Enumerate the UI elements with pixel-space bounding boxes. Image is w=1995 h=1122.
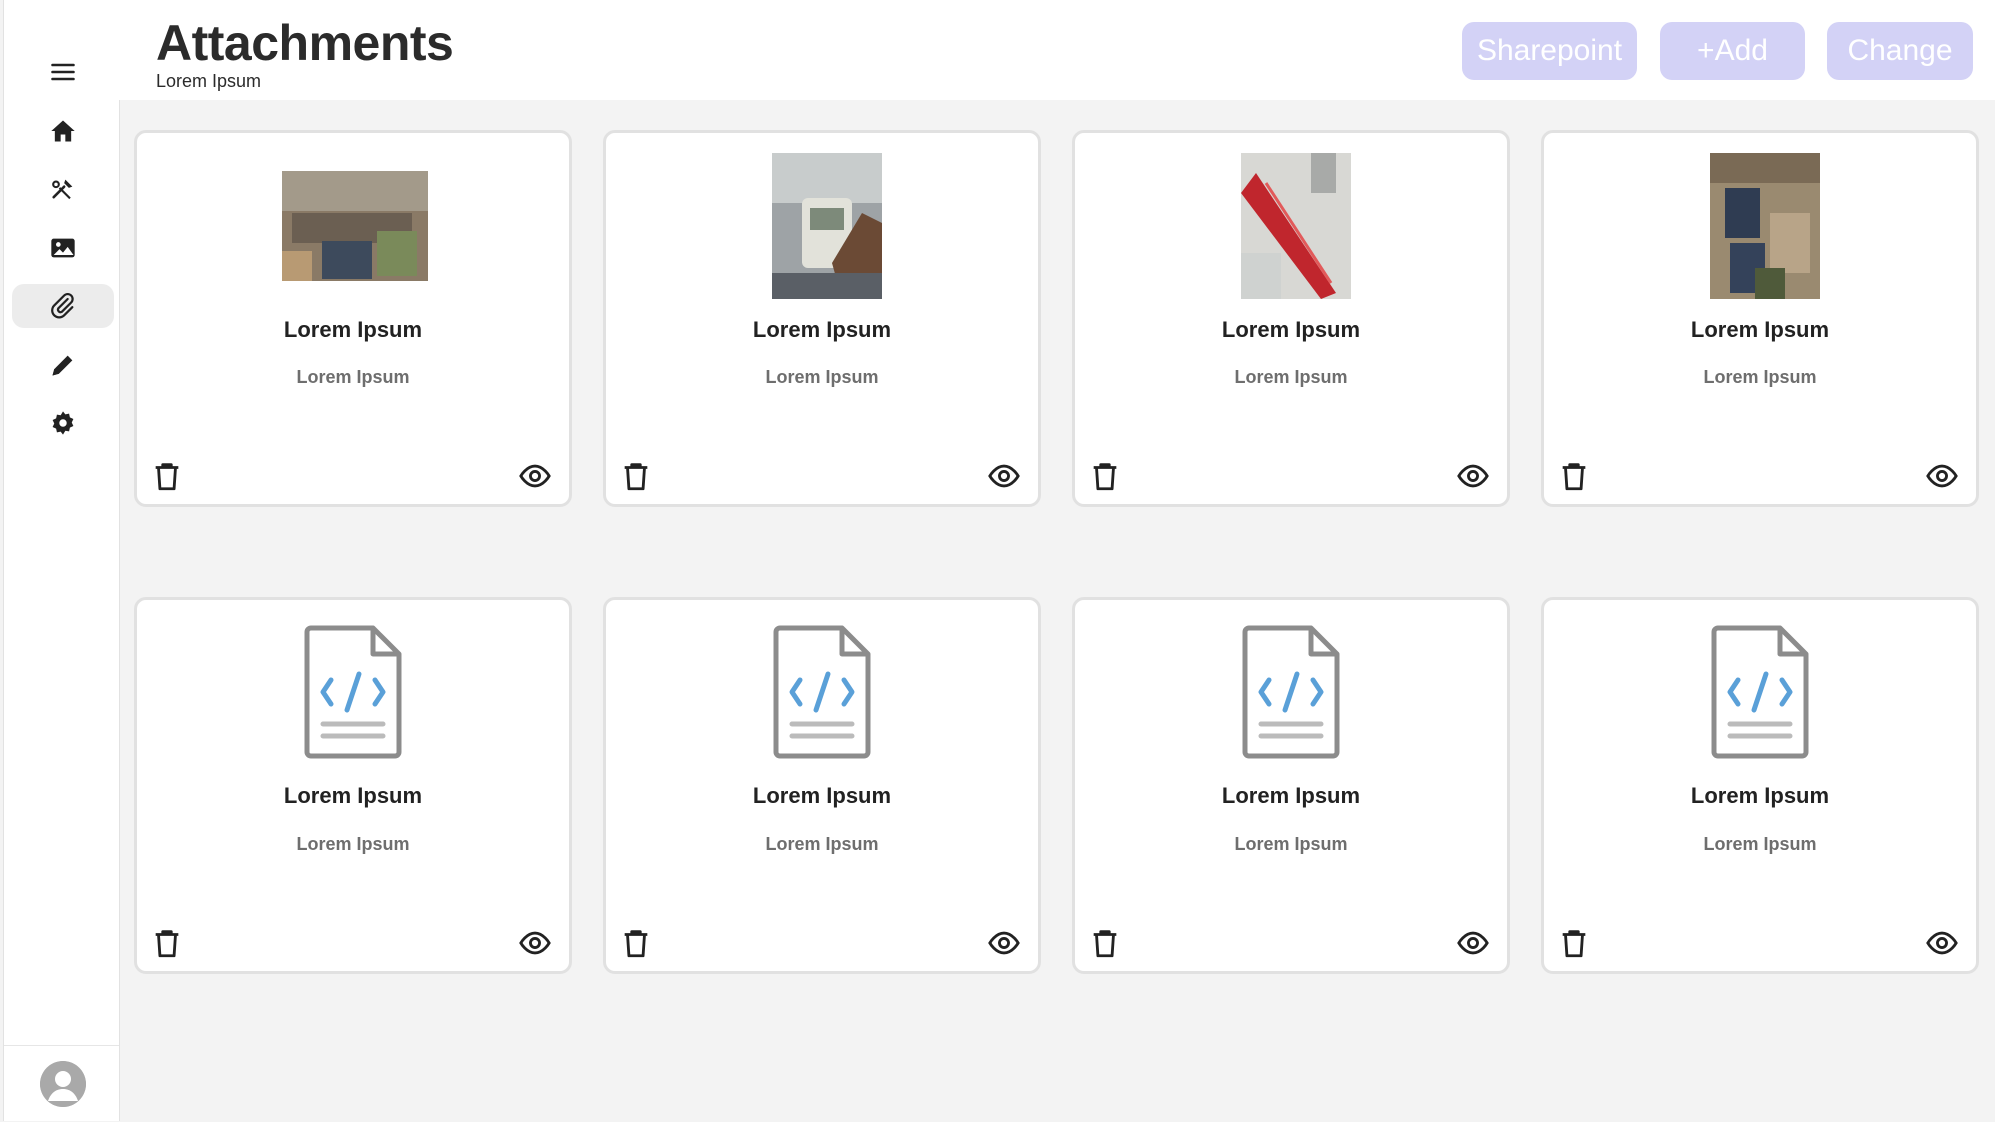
pencil-icon	[52, 355, 73, 376]
card-title: Lorem Ipsum	[1690, 783, 1830, 808]
page-title: Attachments	[156, 15, 454, 71]
card-subtitle: Lorem Ipsum	[1703, 367, 1817, 387]
sidebar-item-home[interactable]	[12, 109, 114, 153]
card-subtitle: Lorem Ipsum	[1234, 367, 1348, 387]
menu-button[interactable]	[12, 50, 114, 94]
sidebar-item-tools[interactable]	[12, 167, 114, 211]
trash-icon	[1093, 463, 1117, 491]
view-button[interactable]	[517, 458, 553, 494]
sharepoint-button[interactable]: Sharepoint	[1462, 22, 1637, 80]
delete-button[interactable]	[618, 458, 654, 494]
card-title: Lorem Ipsum	[283, 783, 423, 808]
view-button[interactable]	[1455, 458, 1491, 494]
change-button[interactable]: Change	[1827, 22, 1973, 80]
attachment-thumbnail[interactable]	[1241, 153, 1351, 299]
attachment-card[interactable]: Lorem Ipsum Lorem Ipsum	[603, 597, 1041, 974]
sidebar	[3, 0, 120, 1121]
card-subtitle: Lorem Ipsum	[765, 367, 879, 387]
eye-icon	[1926, 931, 1958, 955]
eye-icon	[1457, 464, 1489, 488]
card-title: Lorem Ipsum	[1221, 783, 1361, 808]
eye-icon	[1457, 931, 1489, 955]
card-subtitle: Lorem Ipsum	[296, 367, 410, 387]
attachment-thumbnail[interactable]	[772, 153, 882, 299]
sidebar-item-edit[interactable]	[12, 343, 114, 387]
card-title: Lorem Ipsum	[1221, 317, 1361, 342]
delete-button[interactable]	[1556, 458, 1592, 494]
view-button[interactable]	[517, 925, 553, 961]
page-subtitle: Lorem Ipsum	[156, 71, 262, 91]
attachment-card[interactable]: Lorem Ipsum Lorem Ipsum	[1072, 597, 1510, 974]
delete-button[interactable]	[1556, 925, 1592, 961]
attachment-thumbnail[interactable]	[282, 171, 428, 281]
delete-button[interactable]	[149, 458, 185, 494]
view-button[interactable]	[1455, 925, 1491, 961]
image-icon	[51, 238, 75, 258]
attachment-card[interactable]: Lorem Ipsum Lorem Ipsum	[134, 597, 572, 974]
card-title: Lorem Ipsum	[283, 317, 423, 342]
attachment-thumbnail[interactable]	[1710, 153, 1820, 299]
attachment-card[interactable]: Lorem Ipsum Lorem Ipsum	[134, 130, 572, 507]
menu-icon	[51, 63, 75, 81]
attachment-card[interactable]: Lorem Ipsum Lorem Ipsum	[603, 130, 1041, 507]
add-button[interactable]: +Add	[1660, 22, 1805, 80]
view-button[interactable]	[1924, 458, 1960, 494]
trash-icon	[624, 930, 648, 958]
code-file-icon[interactable]	[1241, 624, 1341, 760]
attachment-card[interactable]: Lorem Ipsum Lorem Ipsum	[1541, 130, 1979, 507]
trash-icon	[1562, 930, 1586, 958]
card-subtitle: Lorem Ipsum	[765, 834, 879, 854]
delete-button[interactable]	[1087, 925, 1123, 961]
delete-button[interactable]	[1087, 458, 1123, 494]
card-subtitle: Lorem Ipsum	[1703, 834, 1817, 854]
sidebar-item-settings[interactable]	[12, 401, 114, 445]
tools-icon	[52, 179, 73, 200]
code-file-icon[interactable]	[1710, 624, 1810, 760]
card-subtitle: Lorem Ipsum	[296, 834, 410, 854]
attachment-card[interactable]: Lorem Ipsum Lorem Ipsum	[1072, 130, 1510, 507]
trash-icon	[155, 463, 179, 491]
page-header: Attachments Lorem Ipsum Sharepoint +Add …	[119, 0, 1995, 100]
sidebar-item-attachments[interactable]	[12, 284, 114, 328]
trash-icon	[1093, 930, 1117, 958]
eye-icon	[1926, 464, 1958, 488]
sidebar-item-images[interactable]	[12, 226, 114, 270]
code-file-icon[interactable]	[303, 624, 403, 760]
code-file-icon[interactable]	[772, 624, 872, 760]
card-title: Lorem Ipsum	[1690, 317, 1830, 342]
eye-icon	[988, 931, 1020, 955]
trash-icon	[155, 930, 179, 958]
view-button[interactable]	[1924, 925, 1960, 961]
eye-icon	[988, 464, 1020, 488]
card-title: Lorem Ipsum	[752, 783, 892, 808]
view-button[interactable]	[986, 458, 1022, 494]
eye-icon	[519, 464, 551, 488]
paperclip-icon	[51, 292, 74, 319]
card-title: Lorem Ipsum	[752, 317, 892, 342]
eye-icon	[519, 931, 551, 955]
view-button[interactable]	[986, 925, 1022, 961]
gear-icon	[52, 411, 74, 435]
trash-icon	[1562, 463, 1586, 491]
user-avatar-icon[interactable]	[40, 1061, 86, 1107]
home-icon	[51, 120, 75, 142]
trash-icon	[624, 463, 648, 491]
card-subtitle: Lorem Ipsum	[1234, 834, 1348, 854]
attachment-card[interactable]: Lorem Ipsum Lorem Ipsum	[1541, 597, 1979, 974]
sidebar-divider	[4, 1045, 119, 1046]
delete-button[interactable]	[149, 925, 185, 961]
delete-button[interactable]	[618, 925, 654, 961]
